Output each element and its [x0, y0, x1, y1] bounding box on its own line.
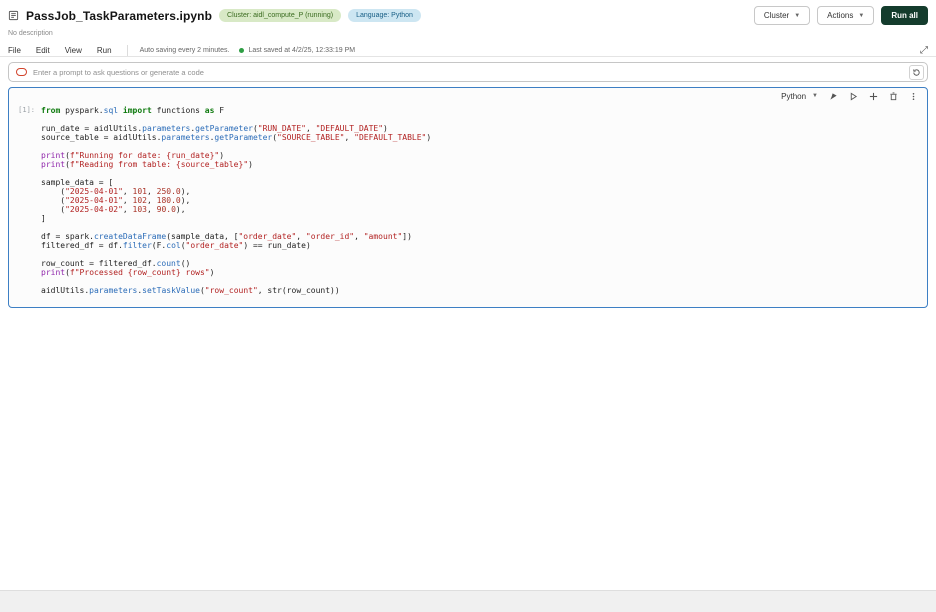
language-badge[interactable]: Language: Python	[348, 9, 421, 22]
notebook-icon	[8, 10, 19, 21]
cell-toolbar: Python ▼	[781, 91, 918, 101]
assistant-prompt-input[interactable]	[33, 67, 909, 77]
top-actions: Cluster ▼ Actions ▼ Run all	[753, 6, 928, 25]
chevron-down-icon[interactable]: ▼	[812, 93, 818, 99]
page-title: PassJob_TaskParameters.ipynb	[26, 8, 213, 23]
notebook-page: PassJob_TaskParameters.ipynb Cluster: ai…	[0, 0, 936, 612]
cluster-button[interactable]: Cluster ▼	[753, 6, 811, 25]
menu-run[interactable]: Run	[97, 46, 112, 55]
code-line: ]	[41, 214, 46, 223]
code-line: from pyspark.sql import functions as F	[41, 106, 225, 115]
code-line: df = spark.createDataFrame(sample_data, …	[41, 232, 412, 241]
kebab-icon[interactable]	[908, 91, 918, 101]
code-line: sample_data = [	[41, 178, 114, 187]
actions-button-label: Actions	[827, 11, 854, 20]
cluster-button-label: Cluster	[763, 11, 790, 20]
last-saved-label: Last saved at 4/2/25, 12:33:19 PM	[248, 47, 356, 54]
header: PassJob_TaskParameters.ipynb Cluster: ai…	[0, 0, 936, 57]
bottom-bar	[0, 590, 936, 612]
run-all-button-label: Run all	[891, 11, 918, 20]
code-line: print(f"Reading from table: {source_tabl…	[41, 160, 253, 169]
code-cell[interactable]: Python ▼ [1]: from pyspark.sql import fu…	[8, 87, 928, 308]
menu-file[interactable]: File	[8, 46, 21, 55]
title-row: PassJob_TaskParameters.ipynb Cluster: ai…	[0, 0, 936, 25]
menu-edit[interactable]: Edit	[36, 46, 50, 55]
last-saved-status: Last saved at 4/2/25, 12:33:19 PM	[239, 47, 355, 54]
notebook-description[interactable]: No description	[0, 25, 936, 37]
menu-divider	[126, 45, 128, 56]
code-line: ("2025-04-01", 101, 250.0),	[41, 187, 191, 196]
code-area: [1]: from pyspark.sql import functions a…	[9, 104, 927, 307]
code-line: filtered_df = df.filter(F.col("order_dat…	[41, 241, 311, 250]
plus-icon[interactable]	[868, 91, 878, 101]
menu-view[interactable]: View	[65, 46, 82, 55]
code-line: print(f"Running for date: {run_date}")	[41, 151, 225, 160]
autosave-status-dot	[239, 48, 245, 53]
history-icon[interactable]	[909, 64, 924, 80]
menu-bar: File Edit View Run Auto saving every 2 m…	[0, 37, 936, 56]
assistant-prompt-bar	[8, 62, 928, 82]
autosave-status: Auto saving every 2 minutes.	[139, 47, 230, 54]
cell-language-selector[interactable]: Python	[781, 92, 806, 101]
trash-icon[interactable]	[888, 91, 898, 101]
code-line: run_date = aidlUtils.parameters.getParam…	[41, 124, 388, 133]
code-line: ("2025-04-01", 102, 180.0),	[41, 196, 191, 205]
actions-button[interactable]: Actions ▼	[817, 6, 875, 25]
run-all-button[interactable]: Run all	[881, 6, 928, 25]
code-line: row_count = filtered_df.count()	[41, 259, 191, 268]
code-line: ("2025-04-02", 103, 90.0),	[41, 205, 186, 214]
code-line: print(f"Processed {row_count} rows")	[41, 268, 215, 277]
chevron-down-icon: ▼	[858, 12, 865, 19]
expand-icon[interactable]: ⤢	[920, 45, 928, 56]
code-line: aidlUtils.parameters.setTaskValue("row_c…	[41, 286, 340, 295]
code-editor[interactable]: from pyspark.sql import functions as F r…	[41, 104, 927, 307]
cell-execution-label: [1]:	[18, 106, 35, 114]
play-icon[interactable]	[848, 91, 858, 101]
cluster-badge[interactable]: Cluster: aidl_compute_P (running)	[219, 9, 342, 22]
chevron-down-icon: ▼	[794, 12, 801, 19]
assistant-icon	[16, 68, 27, 76]
code-line: source_table = aidlUtils.parameters.getP…	[41, 133, 432, 142]
run-icon[interactable]	[828, 91, 838, 101]
